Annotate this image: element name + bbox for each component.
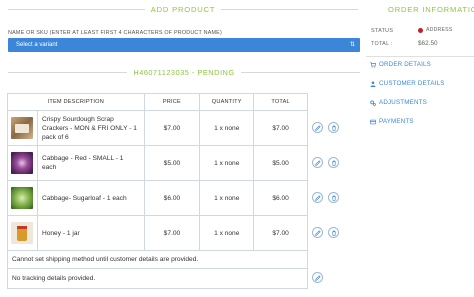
product-total: $7.00 [253, 110, 308, 146]
product-quantity: 1 x none [199, 145, 255, 181]
product-price: $7.00 [143, 215, 201, 251]
product-description: Crispy Sourdough Scrap Crackers - MON & … [36, 110, 145, 146]
status-dot-icon [418, 27, 423, 33]
user-icon [370, 80, 376, 87]
table-row: Honey - 1 jar $7.00 1 x none $7.00 [7, 215, 308, 251]
status-text: ADDRESS [426, 27, 453, 33]
status-value: ADDRESS [418, 27, 452, 33]
red-cabbage-thumbnail [11, 152, 34, 174]
order-code-title: H46071123035 - PENDING [133, 67, 235, 77]
total-label: TOTAL : [371, 41, 393, 47]
column-header-price: PRICE [143, 93, 201, 111]
product-description: Honey - 1 jar [36, 215, 145, 251]
product-image-cell [7, 180, 38, 216]
nav-customer-details[interactable]: CUSTOMER DETAILS [370, 80, 445, 87]
pencil-icon [314, 124, 321, 131]
shipping-note-row: Cannot set shipping method until custome… [7, 250, 308, 269]
order-code-heading: H46071123035 - PENDING [8, 65, 360, 79]
credit-card-icon [370, 119, 376, 124]
product-description: Cabbage- Sugarloaf - 1 each [36, 180, 145, 216]
select-arrows-icon: ⇅ [349, 42, 355, 48]
delete-item-button[interactable] [328, 122, 339, 133]
product-quantity: 1 x none [199, 180, 255, 216]
variant-select[interactable]: Select a variant ⇅ [8, 38, 360, 52]
product-total: $6.00 [253, 180, 308, 216]
cart-icon [370, 61, 376, 68]
order-information-heading: ORDER INFORMATION [366, 2, 474, 16]
product-total: $7.00 [253, 215, 308, 251]
trash-icon [331, 230, 336, 236]
nav-order-details-label: ORDER DETAILS [379, 61, 431, 68]
tracking-note-row: No tracking details provided. [7, 268, 308, 289]
order-information-title: ORDER INFORMATION [388, 4, 474, 14]
column-header-total: TOTAL [253, 93, 308, 111]
sugarloaf-cabbage-thumbnail [11, 187, 34, 209]
nav-payments[interactable]: PAYMENTS [370, 118, 414, 125]
table-row: Crispy Sourdough Scrap Crackers - MON & … [7, 110, 308, 146]
table-row: Cabbage - Red - SMALL - 1 each $5.00 1 x… [7, 145, 308, 181]
nav-adjustments-label: ADJUSTMENTS [379, 99, 427, 106]
trash-icon [331, 195, 336, 201]
nav-customer-details-label: CUSTOMER DETAILS [379, 80, 445, 87]
product-price: $5.00 [143, 145, 201, 181]
tracking-note: No tracking details provided. [7, 268, 308, 289]
nav-order-details[interactable]: ORDER DETAILS [370, 61, 431, 68]
status-label: STATUS [371, 28, 394, 34]
trash-icon [331, 160, 336, 166]
product-price: $7.00 [143, 110, 201, 146]
honey-jar-thumbnail [11, 222, 34, 244]
pencil-icon [314, 194, 321, 201]
delete-item-button[interactable] [328, 227, 339, 238]
product-quantity: 1 x none [199, 110, 255, 146]
delete-item-button[interactable] [328, 192, 339, 203]
pencil-icon [314, 274, 321, 281]
gears-icon [370, 99, 376, 106]
edit-item-button[interactable] [312, 192, 323, 203]
trash-icon [331, 125, 336, 131]
nav-payments-label: PAYMENTS [379, 118, 414, 125]
product-price: $6.00 [143, 180, 201, 216]
order-items-table: ITEM DESCRIPTION PRICE QUANTITY TOTAL Cr… [7, 93, 308, 289]
variant-select-placeholder: Select a variant [16, 42, 58, 48]
delete-item-button[interactable] [328, 157, 339, 168]
sku-field-label: NAME OR SKU (ENTER AT LEAST FIRST 4 CHAR… [8, 30, 222, 36]
add-product-title: ADD PRODUCT [150, 4, 216, 14]
product-description: Cabbage - Red - SMALL - 1 each [36, 145, 145, 181]
edit-item-button[interactable] [312, 227, 323, 238]
edit-tracking-button[interactable] [312, 272, 323, 283]
add-product-heading: ADD PRODUCT [8, 2, 358, 16]
crackers-thumbnail [11, 117, 34, 139]
pencil-icon [314, 229, 321, 236]
product-image-cell [7, 215, 38, 251]
product-total: $5.00 [253, 145, 308, 181]
table-row: Cabbage- Sugarloaf - 1 each $6.00 1 x no… [7, 180, 308, 216]
order-total-value: $62.50 [418, 40, 438, 47]
column-header-quantity: QUANTITY [199, 93, 255, 111]
column-header-description: ITEM DESCRIPTION [7, 93, 145, 111]
edit-item-button[interactable] [312, 157, 323, 168]
product-quantity: 1 x none [199, 215, 255, 251]
pencil-icon [314, 159, 321, 166]
product-image-cell [7, 145, 38, 181]
shipping-note: Cannot set shipping method until custome… [7, 250, 308, 269]
nav-adjustments[interactable]: ADJUSTMENTS [370, 99, 427, 106]
product-image-cell [7, 110, 38, 146]
edit-item-button[interactable] [312, 122, 323, 133]
table-header-row: ITEM DESCRIPTION PRICE QUANTITY TOTAL [7, 93, 308, 111]
order-info-divider [366, 56, 474, 57]
